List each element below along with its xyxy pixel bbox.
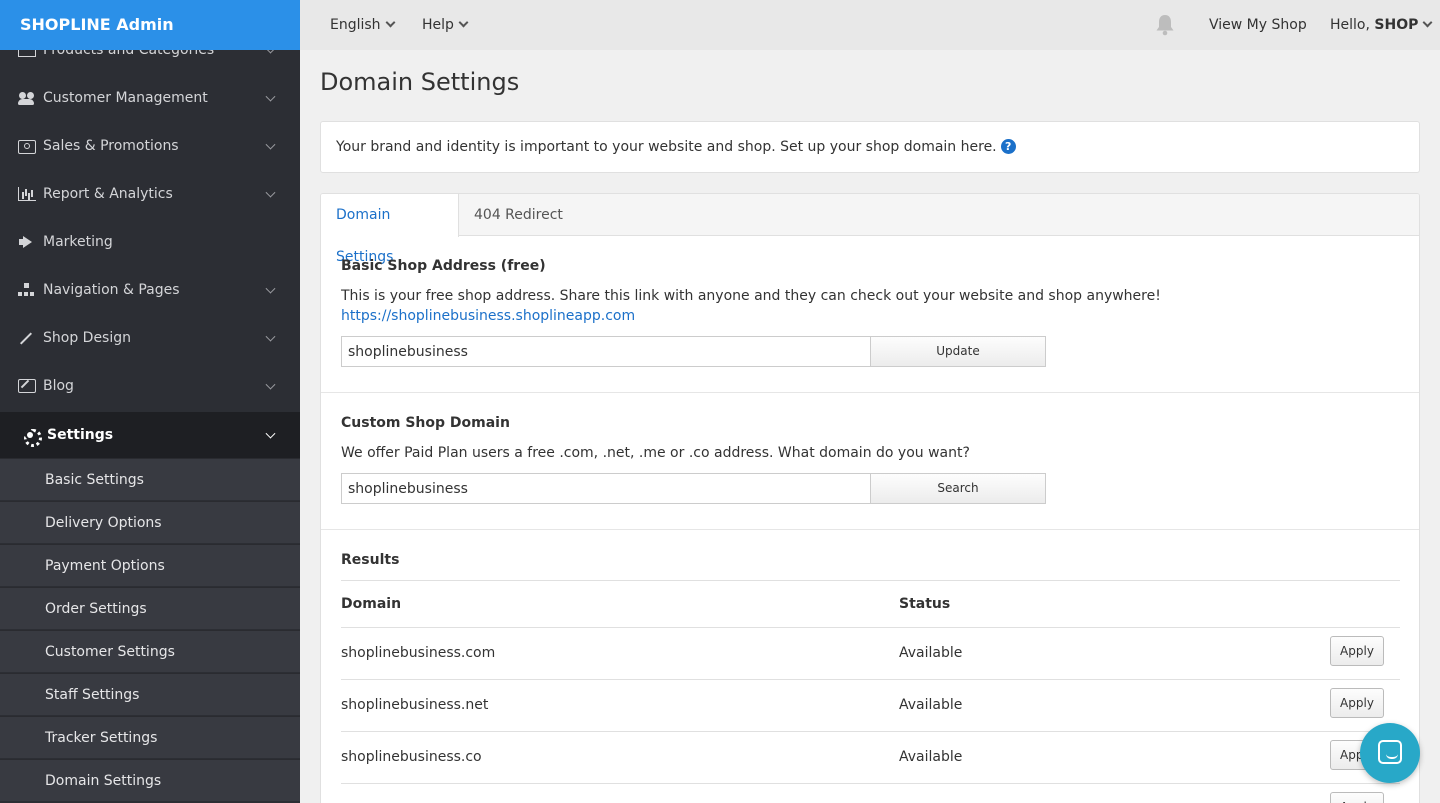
help-icon[interactable]: ?: [1000, 138, 1016, 154]
custom-domain-description: We offer Paid Plan users a free .com, .n…: [341, 445, 970, 461]
help-label: Help: [422, 17, 454, 33]
bar-chart-icon: [18, 187, 36, 201]
sidebar-subitem-tracker-settings[interactable]: Tracker Settings: [0, 716, 300, 758]
sidebar-item-report-analytics[interactable]: Report & Analytics: [0, 170, 300, 218]
sidebar-item-marketing[interactable]: Marketing: [0, 218, 300, 266]
column-header-domain: Domain: [341, 596, 402, 612]
sidebar-item-sales-promotions[interactable]: Sales & Promotions: [0, 122, 300, 170]
help-dropdown[interactable]: Help: [422, 0, 469, 50]
chevron-down-icon: [265, 331, 276, 342]
chevron-down-icon: [385, 17, 396, 28]
chat-icon: [1378, 740, 1402, 764]
sidebar-item-label: Shop Design: [43, 330, 131, 346]
settings-panel: Domain Settings 404 Redirect Basic Shop …: [320, 193, 1420, 803]
tab-bar: Domain Settings 404 Redirect: [321, 194, 1419, 265]
sidebar-subitem-customer-settings[interactable]: Customer Settings: [0, 630, 300, 672]
sidebar-item-label: Settings: [47, 427, 114, 443]
sidebar-item-label: Navigation & Pages: [43, 282, 180, 298]
table-divider: [341, 679, 1400, 680]
user-menu[interactable]: Hello, SHOP: [1330, 0, 1433, 50]
bell-icon[interactable]: [1155, 14, 1175, 36]
brand-logo[interactable]: SHOPLINE Admin: [0, 0, 300, 50]
language-label: English: [330, 17, 381, 33]
sidebar-item-label: Customer Management: [43, 90, 208, 106]
bullhorn-icon: [18, 235, 36, 249]
shop-address-input[interactable]: [341, 336, 871, 367]
table-divider: [341, 731, 1400, 732]
sidebar-subitem-order-settings[interactable]: Order Settings: [0, 587, 300, 629]
shop-address-link[interactable]: https://shoplinebusiness.shoplineapp.com: [341, 308, 635, 324]
column-header-status: Status: [899, 596, 951, 612]
sidebar-item-label: Marketing: [43, 234, 113, 250]
status-cell: Available: [899, 697, 963, 713]
results-title: Results: [341, 552, 400, 568]
chevron-down-icon: [265, 283, 276, 294]
update-button[interactable]: Update: [870, 336, 1046, 367]
sidebar-item-label: Report & Analytics: [43, 186, 173, 202]
user-name: SHOP: [1374, 17, 1419, 33]
table-divider: [341, 580, 1400, 581]
sidebar-item-blog[interactable]: Blog: [0, 362, 300, 410]
sidebar-item-customer-management[interactable]: Customer Management: [0, 74, 300, 122]
page-title: Domain Settings: [320, 68, 520, 96]
basic-address-title: Basic Shop Address (free): [341, 258, 546, 274]
sidebar-subitem-basic-settings[interactable]: Basic Settings: [0, 458, 300, 500]
chevron-down-icon: [265, 91, 276, 102]
basic-address-description: This is your free shop address. Share th…: [341, 288, 1161, 304]
chevron-down-icon: [1422, 17, 1433, 28]
chevron-down-icon: [265, 379, 276, 390]
apply-button[interactable]: Apply: [1330, 636, 1384, 666]
section-divider: [321, 392, 1419, 393]
search-button[interactable]: Search: [870, 473, 1046, 504]
chat-smile: [1386, 754, 1398, 759]
top-bar: English Help View My Shop Hello, SHOP: [300, 0, 1440, 50]
money-icon: [18, 140, 36, 154]
apply-button[interactable]: Apply: [1330, 792, 1384, 803]
chevron-down-icon: [265, 428, 276, 439]
table-divider: [341, 783, 1400, 784]
sidebar-subitem-staff-settings[interactable]: Staff Settings: [0, 673, 300, 715]
domain-search-input[interactable]: [341, 473, 871, 504]
chevron-down-icon: [265, 139, 276, 150]
section-divider: [321, 529, 1419, 530]
domain-cell: shoplinebusiness.co: [341, 749, 482, 765]
greeting: Hello,: [1330, 17, 1375, 33]
tab-404-redirect[interactable]: 404 Redirect: [459, 194, 578, 236]
status-cell: Available: [899, 645, 963, 661]
view-my-shop-link[interactable]: View My Shop: [1209, 0, 1307, 50]
users-icon: [18, 91, 36, 105]
sidebar-item-label: Blog: [43, 378, 74, 394]
status-cell: Available: [899, 749, 963, 765]
domain-cell: shoplinebusiness.com: [341, 645, 496, 661]
language-dropdown[interactable]: English: [330, 0, 396, 50]
table-divider: [341, 627, 1400, 628]
custom-domain-title: Custom Shop Domain: [341, 415, 510, 431]
tab-domain-settings[interactable]: Domain Settings: [321, 194, 459, 265]
sidebar-subitem-domain-settings[interactable]: Domain Settings: [0, 759, 300, 801]
chevron-down-icon: [265, 187, 276, 198]
sidebar-item-shop-design[interactable]: Shop Design: [0, 314, 300, 362]
sidebar-subitem-payment-options[interactable]: Payment Options: [0, 544, 300, 586]
gear-icon: [22, 428, 42, 447]
sidebar: Products and Categories Customer Managem…: [0, 0, 300, 803]
intro-box: Your brand and identity is important to …: [320, 121, 1420, 173]
sidebar-item-label: Sales & Promotions: [43, 138, 179, 154]
chat-launcher-button[interactable]: [1360, 723, 1420, 783]
sitemap-icon: [18, 283, 36, 297]
apply-button[interactable]: Apply: [1330, 688, 1384, 718]
chevron-down-icon: [458, 17, 469, 28]
domain-cell: shoplinebusiness.net: [341, 697, 489, 713]
edit-icon: [18, 379, 36, 393]
sidebar-item-navigation-pages[interactable]: Navigation & Pages: [0, 266, 300, 314]
sidebar-item-settings[interactable]: Settings: [0, 412, 300, 458]
intro-text: Your brand and identity is important to …: [336, 139, 997, 155]
magic-wand-icon: [18, 331, 36, 345]
sidebar-subitem-delivery-options[interactable]: Delivery Options: [0, 501, 300, 543]
